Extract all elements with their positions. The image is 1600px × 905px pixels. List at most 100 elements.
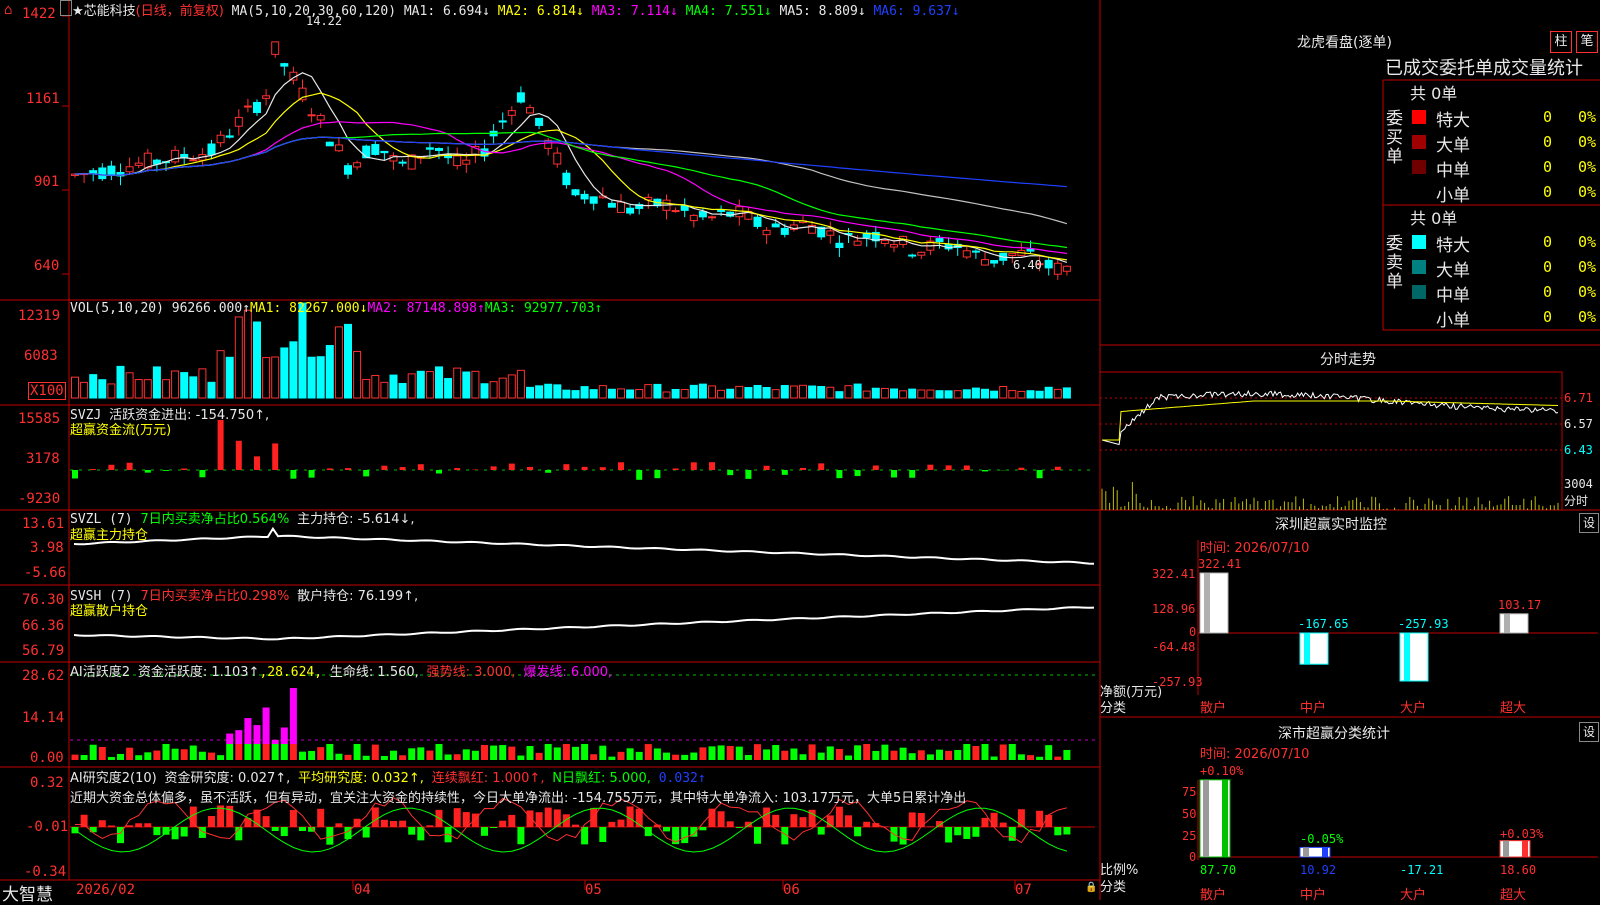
volume-bar [736,386,743,398]
svsh-tick-3: 56.79 [22,643,64,659]
price-candle [754,217,761,226]
cls-cat-1: 散户 [1200,884,1226,903]
research-bar [108,825,115,827]
cls-tick-1: 75 [1182,785,1196,799]
flow-bar [436,470,442,474]
intraday-hi: 6.71 [1564,391,1593,405]
activity-bar-hot [290,688,297,744]
volume-bar [718,390,725,398]
volume-bar [672,389,679,398]
volume-bar [608,389,615,398]
cls-tick-2: 50 [1182,807,1196,821]
volume-bar [199,369,206,398]
buy-row-count: 0 [1543,158,1552,176]
flow-bar [946,465,952,470]
vol-tick-1: 12319 [18,308,60,324]
ai-active-header: AI活跃度2 资金活跃度: 1.103↑,28.624, 生命线: 1.560,… [70,661,612,680]
price-candle [608,203,615,207]
sz-monitor-settings-button[interactable]: 设 [1579,513,1599,533]
volume-bar [636,390,643,398]
cls-top-1: +0.10% [1200,764,1243,778]
activity-bar [299,752,306,760]
sell-row-label: 小单 [1436,306,1470,331]
volume-bar [445,379,452,398]
research-bar [681,827,688,843]
activity-bar [963,744,970,760]
stock-name[interactable]: 芯能科技 [84,4,136,19]
research-bar [836,807,843,827]
sell-row-count: 0 [1543,258,1552,276]
flow-bar [764,466,770,470]
price-candle [463,160,470,164]
flow-bar [163,470,169,471]
flow-bar [545,470,551,473]
bar-mode-button[interactable]: 柱 [1550,31,1572,53]
buy-row-label: 中单 [1436,156,1470,181]
research-bar [863,822,870,827]
price-tick-2: 1161 [26,91,60,107]
activity-bar [681,755,688,760]
volume-bar [490,382,497,398]
activity-bar [208,753,215,760]
flow-bar [199,470,205,477]
cls-top-2: -0.05% [1300,832,1343,846]
flow-bar [600,467,606,470]
activity-bar [863,744,870,760]
x-label-4: 06 [783,882,800,898]
cls-bar-shade [1503,841,1509,857]
research-bar [1054,827,1061,835]
scrollbar-handle[interactable] [60,0,72,16]
volume-bar [217,351,224,398]
price-candle [781,228,788,234]
volume-bar [745,388,752,398]
cls-cat-4: 超大 [1500,884,1526,903]
price-candle [208,144,215,155]
chart-menu-icon[interactable]: ⌂ [4,2,12,18]
ai-active-d: 强势线: 3.000, [427,665,516,680]
volume-bar [800,385,807,398]
sz-tick-1: 322.41 [1152,567,1195,581]
flow-bar [745,470,751,479]
svzl-tick-3: -5.66 [24,565,66,581]
price-candle [381,151,388,152]
research-bar [454,808,461,827]
research-bar [390,821,397,827]
activity-bar [281,744,288,760]
activity-bar [454,754,461,760]
research-bar [363,827,370,838]
price-candle [618,202,625,212]
price-candle [936,239,943,242]
research-bar [1045,815,1052,827]
volume-bar [763,388,770,398]
activity-bar [608,757,615,760]
chart-mode[interactable]: (日线，前复权) [136,4,224,19]
sell-swatch [1412,235,1426,249]
activity-bar [199,752,206,760]
flow-bar [454,468,460,470]
research-bar [408,827,415,835]
flow-bar [800,468,806,470]
sz-tick-4: -64.48 [1152,640,1195,654]
lock-icon[interactable]: 🔒 [1085,882,1097,893]
activity-bar [1063,750,1070,760]
price-candle [527,108,534,113]
vol-tick-2: 6083 [24,348,58,364]
sz-xlabel: 分类 [1100,697,1126,716]
volume-bar [572,391,579,398]
activity-bar [436,744,443,760]
volume-bar [263,358,270,398]
price-candle [963,251,970,257]
sz-class-settings-button[interactable]: 设 [1579,722,1599,742]
research-bar [945,827,952,842]
volume-bar [654,384,661,398]
activity-bar-hot [254,725,261,744]
pen-mode-button[interactable]: 笔 [1576,31,1598,53]
volume-bar [1063,388,1070,398]
research-bar [290,810,297,827]
activity-bar [244,744,251,760]
research-bar [618,820,625,827]
ai-active-tick-1: 28.62 [22,668,64,684]
volume-bar [727,389,734,398]
activity-bar [135,755,142,760]
flow-bar [527,467,533,470]
